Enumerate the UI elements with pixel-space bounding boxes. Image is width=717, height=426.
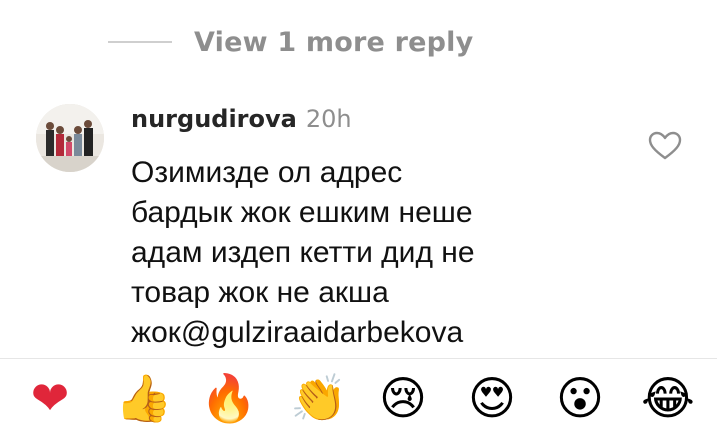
- comment-header: nurgudirova 20h: [131, 105, 352, 133]
- emoji-fire-button[interactable]: 🔥: [200, 370, 257, 426]
- emoji-laughing-button[interactable]: 😂: [640, 370, 696, 426]
- emoji-surprised-button[interactable]: 😮: [552, 370, 608, 426]
- emoji-reaction-bar: ❤ 👍 🔥 👏 😢 😍 😮 😂: [0, 370, 717, 425]
- avatar[interactable]: [36, 104, 104, 172]
- emoji-thumbs-up-button[interactable]: 👍: [115, 370, 172, 426]
- avatar-image: [36, 104, 104, 172]
- comment-line: жок@gulziraaidarbekova: [131, 316, 464, 349]
- comment-text: Озимизде ол адрес бардык жок ешким неше …: [131, 153, 631, 353]
- replies-divider-line: [108, 41, 172, 43]
- emoji-crying-button[interactable]: 😢: [375, 370, 431, 426]
- comment-timestamp: 20h: [305, 105, 352, 133]
- emoji-clap-button[interactable]: 👏: [290, 370, 347, 426]
- comment-line: товар жок не акша: [131, 276, 389, 309]
- comment-line: бардык жок ешким неше: [131, 196, 473, 229]
- comment-line: адам издеп кетти дид не: [131, 236, 475, 269]
- like-comment-button[interactable]: [648, 131, 682, 161]
- emoji-bar-divider: [0, 358, 717, 359]
- heart-outline-icon: [648, 131, 682, 160]
- comment-username[interactable]: nurgudirova: [131, 105, 297, 133]
- emoji-heart-eyes-button[interactable]: 😍: [464, 370, 520, 426]
- view-more-replies-label: View 1 more reply: [194, 26, 474, 58]
- emoji-heart-button[interactable]: ❤: [22, 370, 78, 426]
- comment-line: Озимизде ол адрес: [131, 156, 403, 189]
- view-more-replies-button[interactable]: View 1 more reply: [108, 22, 473, 62]
